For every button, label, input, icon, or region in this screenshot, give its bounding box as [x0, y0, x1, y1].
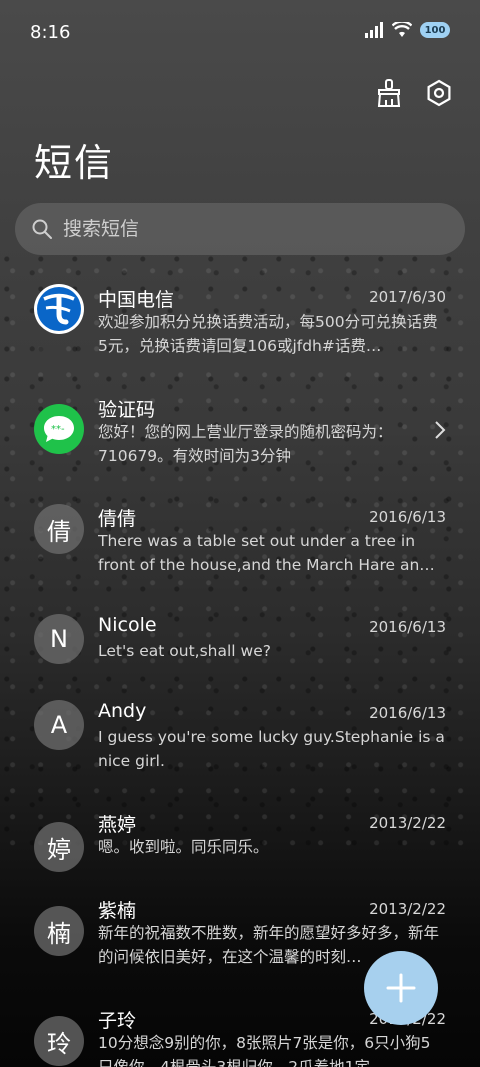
avatar: 倩: [34, 504, 84, 554]
conversation-date: 2017/6/30: [369, 288, 446, 306]
conversation-name: Nicole: [98, 614, 157, 636]
conversation-snippet: There was a table set out under a tree i…: [98, 532, 435, 574]
conversation-item[interactable]: 婷 燕婷 2013/2/22 嗯。收到啦。同乐同乐。: [0, 806, 480, 888]
conversation-name: 燕婷: [98, 814, 137, 836]
plus-icon: [386, 973, 416, 1003]
signal-icon: [365, 22, 383, 38]
conversation-snippet: Let's eat out,shall we?: [98, 642, 271, 660]
conversation-date: 2013/2/22: [369, 814, 446, 832]
status-icons: 100: [364, 22, 450, 38]
conversation-date: 2016/6/13: [369, 704, 446, 722]
conversation-name: 子玲: [98, 1010, 137, 1032]
new-message-button[interactable]: [364, 951, 438, 1025]
conversation-snippet: 嗯。收到啦。同乐同乐。: [98, 838, 269, 856]
conversation-item[interactable]: 中国电信 2017/6/30 欢迎参加积分兑换话费活动，每500分可兑换话费5元…: [0, 280, 480, 386]
message-icon: **-: [34, 404, 84, 454]
conversation-date: 2016/6/13: [369, 618, 446, 636]
conversation-snippet: I guess you're some lucky guy.Stephanie …: [98, 728, 445, 770]
avatar: 婷: [34, 822, 84, 872]
conversation-snippet: 欢迎参加积分兑换话费活动，每500分可兑换话费5元，兑换话费请回复106或jfd…: [98, 313, 438, 355]
search-bar[interactable]: [15, 203, 465, 255]
conversation-item[interactable]: 倩 倩倩 2016/6/13 There was a table set out…: [0, 500, 480, 606]
svg-text:**-: **-: [51, 424, 65, 435]
conversation-item[interactable]: A Andy 2016/6/13 I guess you're some luc…: [0, 696, 480, 802]
status-bar: 8:16 100: [0, 0, 480, 68]
conversation-item[interactable]: N Nicole 2016/6/13 Let's eat out,shall w…: [0, 610, 480, 692]
battery-icon: 100: [420, 22, 450, 38]
conversation-name: 中国电信: [98, 289, 175, 311]
wifi-icon: [392, 22, 412, 37]
telecom-logo-icon: [34, 284, 84, 334]
page-title: 短信: [34, 141, 115, 185]
conversation-snippet: 您好！您的网上营业厅登录的随机密码为：710679。有效时间为3分钟: [98, 423, 393, 465]
search-icon: [32, 219, 52, 239]
avatar: A: [34, 700, 84, 750]
avatar: 楠: [34, 906, 84, 956]
conversation-item[interactable]: **- 验证码 您好！您的网上营业厅登录的随机密码为：710679。有效时间为3…: [0, 390, 480, 496]
conversation-date: 2016/6/13: [369, 508, 446, 526]
settings-icon[interactable]: [424, 78, 454, 108]
conversation-date: 2013/2/22: [369, 900, 446, 918]
conversation-name: Andy: [98, 700, 147, 722]
chevron-right-icon: [435, 421, 446, 439]
conversation-name: 紫楠: [98, 900, 137, 922]
avatar: 玲: [34, 1016, 84, 1066]
conversation-name: 验证码: [98, 399, 156, 421]
conversation-snippet: 10分想念9别的你，8张照片7张是你，6只小狗5只像你，4根骨头3根归你，2爪着…: [98, 1034, 431, 1067]
status-time: 8:16: [30, 22, 71, 43]
avatar: N: [34, 614, 84, 664]
top-actions: [374, 78, 454, 108]
search-input[interactable]: [61, 217, 425, 241]
conversation-name: 倩倩: [98, 508, 137, 530]
clean-icon[interactable]: [374, 78, 404, 108]
